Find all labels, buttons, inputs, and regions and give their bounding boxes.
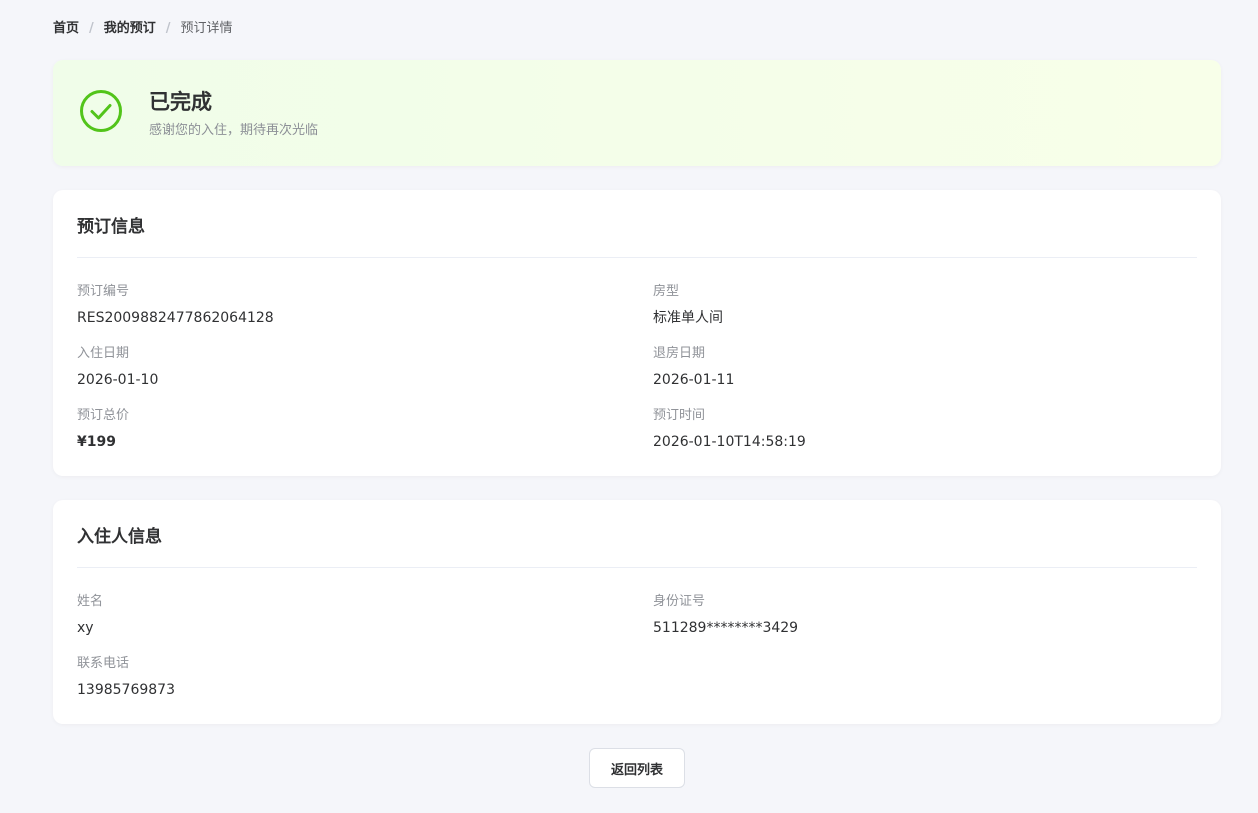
checkin-date-field: 入住日期 2026-01-10 — [77, 345, 577, 390]
check-circle-icon — [80, 90, 122, 132]
id-number-field: 身份证号 511289********3429 — [653, 593, 1153, 638]
breadcrumb-home-link[interactable]: 首页 — [53, 19, 79, 39]
room-type-value: 标准单人间 — [653, 310, 723, 326]
guest-info-card: 入住人信息 姓名 xy 身份证号 511289********3429 联系电话… — [53, 500, 1221, 724]
total-price-value: ¥199 — [77, 434, 116, 450]
guest-name-field: 姓名 xy — [77, 593, 577, 638]
phone-field: 联系电话 13985769873 — [77, 655, 577, 700]
checkout-date-field: 退房日期 2026-01-11 — [653, 345, 1153, 390]
guest-info-title: 入住人信息 — [77, 527, 162, 547]
phone-label: 联系电话 — [77, 656, 130, 671]
booking-info-card: 预订信息 预订编号 RES2009882477862064128 房型 标准单人… — [53, 190, 1221, 476]
guest-name-label: 姓名 — [77, 594, 104, 609]
divider — [77, 257, 1197, 258]
status-title: 已完成 — [149, 90, 212, 114]
phone-value: 13985769873 — [77, 682, 175, 698]
checkout-date-label: 退房日期 — [653, 346, 706, 361]
status-banner: 已完成 感谢您的入住，期待再次光临 — [53, 60, 1221, 166]
breadcrumb-separator: / — [165, 21, 171, 36]
id-number-label: 身份证号 — [653, 594, 706, 609]
breadcrumb-my-bookings-link[interactable]: 我的预订 — [104, 19, 156, 39]
room-type-label: 房型 — [653, 284, 680, 299]
checkin-date-value: 2026-01-10 — [77, 372, 159, 388]
booking-number-label: 预订编号 — [77, 284, 130, 299]
breadcrumb: 首页 / 我的预订 / 预订详情 — [53, 19, 233, 39]
total-price-label: 预订总价 — [77, 408, 130, 423]
breadcrumb-current: 预订详情 — [180, 21, 233, 36]
room-type-field: 房型 标准单人间 — [653, 283, 1153, 328]
breadcrumb-separator: / — [89, 21, 94, 36]
checkin-date-label: 入住日期 — [77, 346, 130, 361]
status-subtitle: 感谢您的入住，期待再次光临 — [149, 123, 319, 138]
guest-name-value: xy — [77, 620, 94, 636]
total-price-field: 预订总价 ¥199 — [77, 407, 577, 452]
back-to-list-button[interactable]: 返回列表 — [589, 748, 685, 788]
booking-time-label: 预订时间 — [653, 408, 706, 423]
booking-time-value: 2026-01-10T14:58:19 — [653, 434, 806, 450]
checkout-date-value: 2026-01-11 — [653, 372, 735, 388]
divider — [77, 567, 1197, 568]
booking-time-field: 预订时间 2026-01-10T14:58:19 — [653, 407, 1153, 452]
booking-number-field: 预订编号 RES2009882477862064128 — [77, 283, 577, 328]
booking-number-value: RES2009882477862064128 — [77, 310, 274, 326]
booking-info-title: 预订信息 — [77, 217, 145, 237]
booking-detail-page: 首页 / 我的预订 / 预订详情 已完成 感谢您的入住，期待再次光临 预订信息 … — [0, 0, 1258, 813]
id-number-value: 511289********3429 — [653, 620, 799, 636]
